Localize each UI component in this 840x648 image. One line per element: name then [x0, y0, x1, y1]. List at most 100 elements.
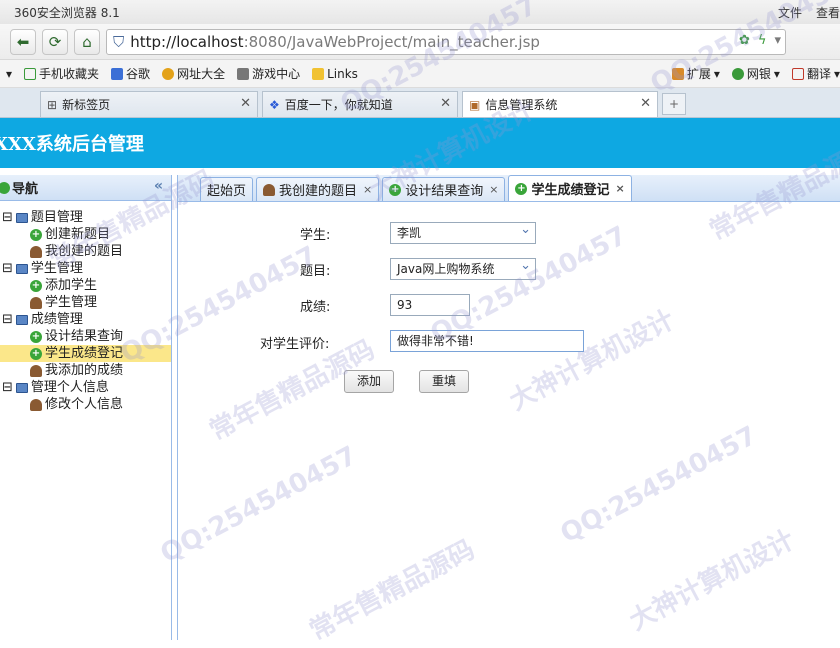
dropdown-icon[interactable]: ▾	[774, 33, 781, 48]
add-icon: +	[30, 348, 42, 360]
comment-value: 做得非常不错!	[397, 334, 474, 348]
fav-label: 翻译	[807, 65, 831, 82]
score-label: 成绩:	[300, 296, 330, 315]
close-icon[interactable]: ×	[363, 183, 372, 196]
close-icon[interactable]: ✕	[640, 96, 651, 111]
comment-label: 对学生评价:	[260, 333, 329, 352]
close-icon[interactable]: ×	[489, 183, 498, 196]
group-label: 题目管理	[31, 209, 83, 226]
sidebar-header: 导航 «	[0, 175, 171, 201]
yen-icon	[732, 68, 744, 80]
tab-my-topics[interactable]: 我创建的题目×	[256, 177, 379, 201]
student-select[interactable]: 李凯	[390, 222, 536, 244]
menu-view[interactable]: 查看	[816, 4, 840, 21]
item-label: 修改个人信息	[45, 396, 123, 413]
item-label: 设计结果查询	[45, 328, 123, 345]
tree-item-add-student[interactable]: +添加学生	[0, 277, 171, 294]
tree-item-grade-entry[interactable]: +学生成绩登记	[0, 345, 171, 362]
close-icon[interactable]: ×	[616, 182, 625, 195]
favorites-bar: ▾ 手机收藏夹 谷歌 网址大全 游戏中心 Links 扩展▾ 网银▾ 翻译▾	[0, 60, 840, 88]
user-icon	[30, 246, 42, 258]
comment-input[interactable]: 做得非常不错!	[390, 330, 584, 352]
add-icon: +	[30, 229, 42, 241]
fav-label: 网银	[747, 65, 771, 82]
group-label: 学生管理	[31, 260, 83, 277]
cloud-icon	[0, 93, 36, 117]
bank-button[interactable]: 网银▾	[732, 65, 780, 82]
close-icon[interactable]: ✕	[240, 96, 251, 111]
fav-mobile[interactable]: 手机收藏夹	[24, 65, 99, 82]
tree-group-profile[interactable]: ⊟ 管理个人信息	[0, 379, 171, 396]
tree-group-topics[interactable]: ⊟题目管理	[0, 209, 171, 226]
tab-design-results[interactable]: +设计结果查询×	[382, 177, 505, 201]
topic-select[interactable]: Java网上购物系统	[390, 258, 536, 280]
reset-button[interactable]: 重填	[419, 370, 469, 393]
add-button[interactable]: 添加	[344, 370, 394, 393]
tree-group-grades[interactable]: ⊟成绩管理	[0, 311, 171, 328]
paw-icon: ❖	[269, 98, 280, 112]
student-label: 学生:	[300, 224, 330, 243]
extensions-button[interactable]: 扩展▾	[672, 65, 720, 82]
add-icon: +	[30, 331, 42, 343]
tree-item-design-results[interactable]: +设计结果查询	[0, 328, 171, 345]
fav-label: 扩展	[687, 65, 711, 82]
computer-icon	[16, 383, 28, 393]
tab-start[interactable]: 起始页	[200, 177, 253, 201]
group-label: 管理个人信息	[31, 379, 109, 396]
tab-label: 信息管理系统	[485, 96, 557, 113]
minus-icon: ⊟	[2, 379, 13, 396]
chevron-down-icon[interactable]: ▾	[6, 67, 12, 81]
google-icon	[111, 68, 123, 80]
refresh-icon[interactable]: ✿	[739, 33, 750, 48]
fav-google[interactable]: 谷歌	[111, 65, 150, 82]
item-label: 学生管理	[45, 294, 97, 311]
computer-icon	[16, 264, 28, 274]
new-tab-button[interactable]: +	[662, 93, 686, 115]
tree-group-students[interactable]: ⊟学生管理	[0, 260, 171, 277]
score-input[interactable]: 93	[390, 294, 470, 316]
grid-icon: ⊞	[47, 98, 57, 112]
tree-item-my-topics[interactable]: 我创建的题目	[0, 243, 171, 260]
app-main: 导航 « ⊟题目管理 +创建新题目 我创建的题目 ⊟学生管理 +添加学生 学生管…	[0, 170, 840, 640]
item-label: 添加学生	[45, 277, 97, 294]
translate-icon	[792, 68, 804, 80]
url-input[interactable]: ⛉ http://localhost:8080/JavaWebProject/m…	[106, 29, 786, 55]
browser-titlebar: 360安全浏览器 8.1 文件 查看	[0, 0, 840, 24]
app-banner: XXX系统后台管理	[0, 118, 840, 168]
home-button[interactable]: ⌂	[74, 29, 100, 55]
tree-item-manage-students[interactable]: 学生管理	[0, 294, 171, 311]
user-icon	[30, 365, 42, 377]
browser-tab-baidu[interactable]: ❖ 百度一下，你就知道 ✕	[262, 91, 458, 117]
fav-label: Links	[327, 67, 358, 81]
translate-button[interactable]: 翻译▾	[792, 65, 840, 82]
collapse-icon[interactable]: «	[154, 178, 163, 194]
content-tabs: 起始页 我创建的题目× +设计结果查询× + 学生成绩登记 ×	[178, 175, 840, 202]
browser-tab-system[interactable]: ▣ 信息管理系统 ✕	[462, 91, 658, 117]
tab-grade-entry[interactable]: + 学生成绩登记 ×	[508, 175, 631, 201]
fav-games[interactable]: 游戏中心	[237, 65, 300, 82]
tree-item-my-grades[interactable]: 我添加的成绩	[0, 362, 171, 379]
tree-item-edit-profile[interactable]: 修改个人信息	[0, 396, 171, 413]
refresh-button[interactable]: ⟳	[42, 29, 68, 55]
browser-tab-newtab[interactable]: ⊞ 新标签页 ✕	[40, 91, 258, 117]
url-path: :8080/JavaWebProject/main_teacher.jsp	[244, 33, 540, 51]
fav-label: 谷歌	[126, 65, 150, 82]
student-value: 李凯	[397, 226, 421, 240]
menu-file[interactable]: 文件	[778, 4, 802, 21]
tree-item-create-topic[interactable]: +创建新题目	[0, 226, 171, 243]
group-label: 成绩管理	[31, 311, 83, 328]
tab-label: 学生成绩登记	[531, 179, 609, 198]
add-icon: +	[515, 183, 527, 195]
browser-title: 360安全浏览器 8.1	[14, 4, 120, 21]
browser-menu: 文件 查看	[778, 4, 840, 21]
home-icon: ⌂	[82, 33, 92, 51]
grade-form: 学生: 李凯 题目: Java网上购物系统 成绩: 93 对学生评价: 做得非常…	[178, 202, 840, 642]
fav-links[interactable]: Links	[312, 67, 358, 81]
page-icon: ▣	[469, 98, 480, 112]
close-icon[interactable]: ✕	[440, 96, 451, 111]
back-button[interactable]: ⬅	[10, 29, 36, 55]
browser-tabbar: ⊞ 新标签页 ✕ ❖ 百度一下，你就知道 ✕ ▣ 信息管理系统 ✕ +	[0, 88, 840, 118]
lightning-icon[interactable]: ϟ	[758, 33, 767, 48]
fav-sites[interactable]: 网址大全	[162, 65, 225, 82]
item-label: 创建新题目	[45, 226, 110, 243]
